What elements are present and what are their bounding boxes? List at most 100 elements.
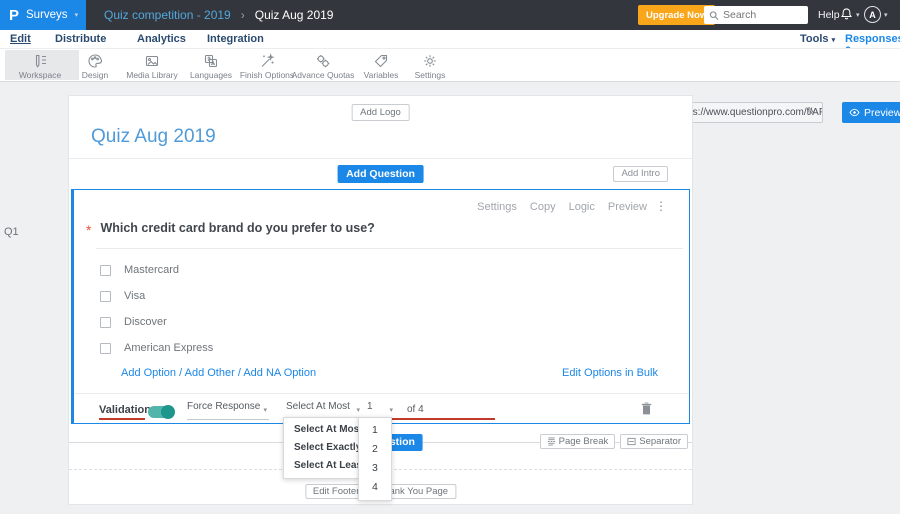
help-link[interactable]: Help [818,9,840,21]
survey-title[interactable]: Quiz Aug 2019 [91,126,216,148]
break-buttons: Page Break Separator [539,434,688,449]
checkbox-icon[interactable] [100,290,111,302]
question-card: Settings Copy Logic Preview ⋮ * Which cr… [71,189,690,424]
finish-options-icon [261,53,275,67]
surveys-menu-label: Surveys [26,9,68,21]
question-text-row: * Which credit card brand do you prefer … [86,221,375,237]
validation-label: Validation [99,404,151,416]
separator-button[interactable]: Separator [620,434,688,449]
tools-menu-label: Tools [800,33,829,45]
surveys-menu[interactable]: P Surveys ▾ [0,0,86,30]
option-label[interactable]: American Express [124,342,213,354]
option-row[interactable]: Discover [100,316,167,328]
option-label[interactable]: Discover [124,316,167,328]
validation-count-dropdown: 1 2 3 4 [358,417,392,501]
chevron-down-icon: ▾ [389,407,393,414]
bell-icon [841,8,852,20]
dropdown-item-2[interactable]: 2 [359,440,391,459]
design-icon [88,54,102,68]
delete-question-trash-icon[interactable] [640,401,653,416]
eye-icon [849,108,860,117]
question-text[interactable]: Which credit card brand do you prefer to… [100,221,374,235]
option-label[interactable]: Visa [124,290,145,302]
question-more-menu-icon[interactable]: ⋮ [655,199,667,213]
add-logo-button[interactable]: Add Logo [351,104,410,121]
top-bar: P Surveys ▾ Quiz competition - 2019 › Qu… [0,0,900,30]
preview-button-label: Preview [864,106,900,119]
checkbox-icon[interactable] [100,342,111,354]
annotation-underline-validation [99,418,145,420]
chevron-down-icon: ▾ [831,37,836,44]
avatar: A [864,6,881,23]
preview-button[interactable]: Preview [842,102,900,123]
breadcrumb-current: Quiz Aug 2019 [254,8,334,22]
dropdown-item-select-at-most[interactable]: Select At Most [284,421,363,439]
tab-analytics[interactable]: Analytics [137,33,186,45]
tab-integration[interactable]: Integration [207,33,264,45]
question-preview-link[interactable]: Preview [608,201,647,213]
dropdown-item-select-at-least[interactable]: Select At Least [284,457,365,475]
question-copy-link[interactable]: Copy [530,201,556,213]
editor-toolbar: Workspace Design Media Library Languages… [0,48,900,123]
breadcrumb: Quiz competition - 2019 › Quiz Aug 2019 [104,0,333,30]
page-break-label: Page Break [558,436,609,447]
search-icon [709,10,719,20]
tab-edit[interactable]: Edit [10,33,31,45]
option-row[interactable]: American Express [100,342,213,354]
question-number-label: Q1 [4,226,19,238]
question-settings-link[interactable]: Settings [477,201,517,213]
add-option-link[interactable]: Add Option [121,367,176,379]
chevron-down-icon: ▾ [856,11,860,19]
breadcrumb-folder[interactable]: Quiz competition - 2019 [104,8,231,22]
edit-options-in-bulk-link[interactable]: Edit Options in Bulk [562,367,658,379]
account-menu[interactable]: A ▾ [864,6,888,23]
validation-toggle[interactable] [148,405,175,419]
languages-icon [204,54,218,68]
page-break-button[interactable]: Page Break [539,434,616,449]
title-divider [69,158,692,159]
validation-rule-dropdown: Select At Most Select Exactly Select At … [283,417,365,479]
chevron-down-icon: ▾ [263,407,267,414]
search-box[interactable] [704,6,808,24]
media-library-icon [145,55,159,67]
page-break-icon [547,437,555,446]
toolbar-settings[interactable]: Settings [395,51,465,80]
tools-menu[interactable]: Tools ▾ [800,33,835,45]
option-row[interactable]: Visa [100,290,145,302]
toggle-knob [161,405,175,419]
validation-rule-value: Select At Most [286,401,350,412]
add-other-link[interactable]: Add Other [185,367,235,379]
option-label[interactable]: Mastercard [124,264,179,276]
add-na-option-link[interactable]: Add NA Option [243,367,316,379]
variables-icon [374,54,388,68]
edit-url-pencil-icon[interactable]: ✎ [806,105,815,118]
required-marker: * [86,222,92,238]
option-row[interactable]: Mastercard [100,264,179,276]
question-divider [96,248,683,249]
toolbar-settings-label: Settings [414,70,446,80]
force-response-select[interactable]: Force Response ▾ [187,401,269,420]
search-input[interactable] [723,9,803,21]
of-total-label: of 4 [407,404,424,415]
breadcrumb-separator-icon: › [240,8,245,22]
dropdown-item-3[interactable]: 3 [359,459,391,478]
checkbox-icon[interactable] [100,316,111,328]
add-intro-button[interactable]: Add Intro [613,166,668,182]
separator-label: Separator [639,436,681,447]
dropdown-item-select-exactly[interactable]: Select Exactly [284,439,361,457]
tab-distribute[interactable]: Distribute [55,33,106,45]
notifications-menu[interactable]: ▾ [840,7,860,22]
chevron-down-icon: ▾ [884,11,888,19]
dropdown-item-4[interactable]: 4 [359,478,391,497]
checkbox-icon[interactable] [100,264,111,276]
question-menu: Settings Copy Logic Preview [477,201,647,213]
option-add-links: Add Option / Add Other / Add NA Option [121,367,316,379]
question-logic-link[interactable]: Logic [569,201,595,213]
add-question-button-top[interactable]: Add Question [337,165,424,183]
chevron-down-icon: ▾ [74,12,79,19]
dropdown-item-1[interactable]: 1 [359,421,391,440]
chevron-down-icon: ▾ [356,407,360,414]
main-nav: Edit Distribute Analytics Integration To… [0,30,900,57]
workspace-icon [35,54,46,68]
force-response-value: Force Response [187,401,261,412]
